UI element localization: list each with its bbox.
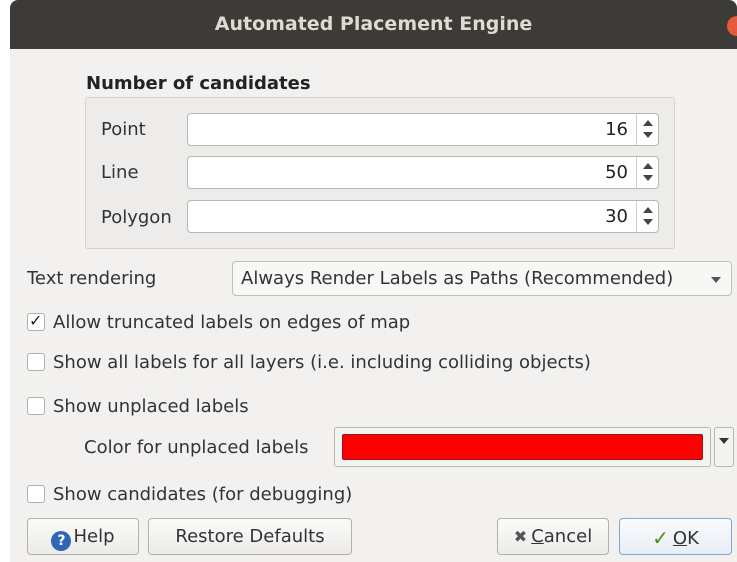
show-unplaced-label[interactable]: Show unplaced labels bbox=[53, 396, 249, 417]
color-dropdown-button[interactable] bbox=[714, 427, 734, 467]
spin-up-icon[interactable] bbox=[643, 120, 653, 126]
ok-mnemonic: O bbox=[672, 528, 688, 549]
cancel-mnemonic: C bbox=[531, 526, 544, 547]
title-bar: Automated Placement Engine bbox=[10, 0, 737, 49]
allow-truncated-label[interactable]: Allow truncated labels on edges of map bbox=[53, 312, 410, 333]
text-rendering-value: Always Render Labels as Paths (Recommend… bbox=[241, 268, 674, 289]
unplaced-color-label: Color for unplaced labels bbox=[84, 437, 309, 458]
allow-truncated-checkbox[interactable]: ✓ bbox=[27, 311, 45, 331]
window-title: Automated Placement Engine bbox=[214, 13, 533, 35]
ok-label-rest: K bbox=[687, 528, 699, 549]
polygon-spinbox[interactable]: 30 bbox=[187, 200, 659, 233]
spin-up-icon[interactable] bbox=[643, 207, 653, 213]
point-label: Point bbox=[101, 119, 146, 140]
restore-defaults-button[interactable]: Restore Defaults bbox=[148, 518, 352, 555]
polygon-stepper[interactable] bbox=[636, 201, 658, 232]
close-button[interactable] bbox=[727, 16, 737, 36]
polygon-label: Polygon bbox=[101, 207, 172, 228]
show-unplaced-checkbox[interactable] bbox=[27, 397, 45, 415]
text-rendering-combo[interactable]: Always Render Labels as Paths (Recommend… bbox=[232, 261, 732, 296]
show-candidates-label[interactable]: Show candidates (for debugging) bbox=[53, 484, 352, 505]
chevron-down-icon bbox=[711, 277, 721, 283]
cancel-label-rest: ancel bbox=[543, 526, 593, 547]
unplaced-color-button[interactable] bbox=[334, 427, 711, 467]
candidates-heading: Number of candidates bbox=[86, 73, 311, 94]
cancel-button[interactable]: ✖ Cancel bbox=[497, 518, 609, 555]
checkmark-icon: ✓ bbox=[29, 311, 43, 330]
polygon-value: 30 bbox=[605, 206, 628, 227]
spin-down-icon[interactable] bbox=[643, 132, 653, 138]
ok-button[interactable]: ✓ OK bbox=[619, 518, 732, 555]
show-all-labels-label[interactable]: Show all labels for all layers (i.e. inc… bbox=[53, 352, 591, 373]
chevron-down-icon bbox=[719, 438, 729, 444]
help-icon: ? bbox=[51, 531, 72, 551]
spin-down-icon[interactable] bbox=[643, 219, 653, 225]
spin-down-icon[interactable] bbox=[643, 175, 653, 181]
line-stepper[interactable] bbox=[636, 157, 658, 188]
cancel-x-icon: ✖ bbox=[513, 527, 528, 546]
line-spinbox[interactable]: 50 bbox=[187, 156, 659, 189]
line-label: Line bbox=[101, 162, 139, 183]
show-candidates-checkbox[interactable] bbox=[27, 485, 45, 503]
close-icon bbox=[727, 16, 737, 36]
help-label: Help bbox=[73, 526, 115, 547]
show-all-labels-checkbox[interactable] bbox=[27, 353, 45, 371]
point-value: 16 bbox=[605, 119, 628, 140]
spin-up-icon[interactable] bbox=[643, 163, 653, 169]
help-button[interactable]: ? Help bbox=[27, 518, 139, 555]
point-stepper[interactable] bbox=[636, 114, 658, 145]
restore-defaults-label: Restore Defaults bbox=[175, 526, 325, 547]
point-spinbox[interactable]: 16 bbox=[187, 113, 659, 146]
color-swatch bbox=[342, 434, 703, 460]
checkmark-icon: ✓ bbox=[652, 526, 669, 550]
text-rendering-label: Text rendering bbox=[27, 268, 157, 289]
line-value: 50 bbox=[605, 162, 628, 183]
